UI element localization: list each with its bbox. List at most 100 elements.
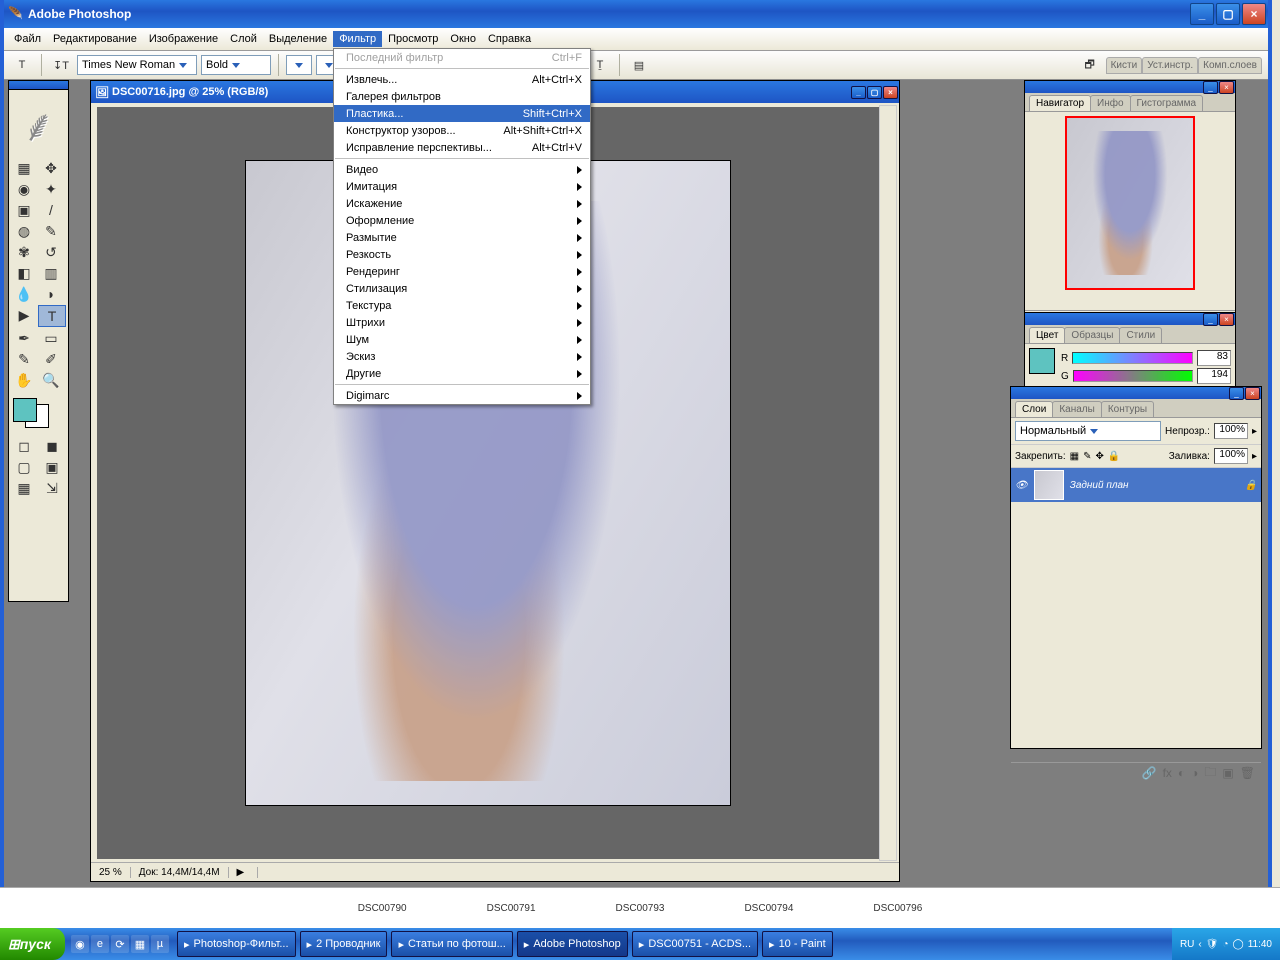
opacity-arrow-icon[interactable]: ▸ [1252,426,1257,437]
screenmode-3[interactable]: ▦ [11,478,37,498]
taskbar-item[interactable]: ▸DSC00751 - ACDS... [632,931,758,957]
menu-Просмотр[interactable]: Просмотр [382,31,444,47]
color-swatches[interactable] [13,398,49,428]
layer-mask-icon[interactable]: ◐ [1178,766,1185,780]
notes-tool[interactable]: ✎ [11,349,37,369]
tray-icon-4[interactable]: ◯ [1233,939,1244,950]
preset-tab[interactable]: Уст.инстр. [1142,57,1198,74]
menu-Файл[interactable]: Файл [8,31,47,47]
language-indicator[interactable]: RU [1180,939,1194,950]
menu-item[interactable]: Эскиз [334,348,590,365]
marquee-tool[interactable]: ▦ [11,158,37,178]
pen-tool[interactable]: ✒ [11,328,37,348]
tray-icon-2[interactable]: 🛡 [1206,939,1219,950]
doc-minimize-button[interactable]: _ [851,86,866,99]
close-button[interactable]: × [1242,3,1266,25]
lock-move-icon[interactable]: ✥ [1096,451,1104,462]
start-button[interactable]: ⊞ пуск [0,928,65,960]
layers-minimize-button[interactable]: _ [1229,387,1244,400]
menu-item[interactable]: Исправление перспективы...Alt+Ctrl+V [334,139,590,156]
ql-icon-1[interactable]: ◉ [71,935,89,953]
menu-Изображение[interactable]: Изображение [143,31,224,47]
eraser-tool[interactable]: ◧ [11,263,37,283]
thumbnail-label[interactable]: DSC00793 [616,903,665,914]
lasso-tool[interactable]: ◉ [11,179,37,199]
font-weight-select[interactable]: Bold [201,55,271,75]
ql-icon-5[interactable]: µ [151,935,169,953]
fill-arrow-icon[interactable]: ▸ [1252,451,1257,462]
palette-toggle-icon[interactable]: 🗗 [1078,53,1102,77]
preset-tab[interactable]: Комп.слоев [1198,57,1262,74]
palette-tab[interactable]: Слои [1015,401,1053,417]
taskbar-item[interactable]: ▸10 - Paint [762,931,833,957]
warp-text-button[interactable]: Ṯ [588,53,612,77]
lock-transparent-icon[interactable]: ▦ [1070,451,1079,462]
delete-layer-icon[interactable]: 🗑 [1240,766,1255,780]
menu-item[interactable]: Текстура [334,297,590,314]
doc-maximize-button[interactable]: ▢ [867,86,882,99]
zoom-readout[interactable]: 25 % [91,867,131,878]
color-value[interactable]: 194 [1197,368,1231,384]
path-select-tool[interactable]: ▶ [11,305,37,325]
minimize-button[interactable]: _ [1190,3,1214,25]
brush-tool[interactable]: ✎ [38,221,64,241]
navigator-tabs[interactable]: НавигаторИнфоГистограмма [1025,93,1235,112]
menu-item[interactable]: Искажение [334,195,590,212]
color-slider[interactable] [1072,352,1193,364]
palette-tab[interactable]: Стили [1119,327,1162,343]
menu-Слой[interactable]: Слой [224,31,263,47]
gradient-tool[interactable]: ▥ [38,263,64,283]
stamp-tool[interactable]: ✾ [11,242,37,262]
taskbar-item[interactable]: ▸Статьи по фотош... [391,931,512,957]
screenmode-2[interactable]: ▣ [39,457,65,477]
menu-item[interactable]: Штрихи [334,314,590,331]
font-family-select[interactable]: Times New Roman [77,55,197,75]
clock[interactable]: 11:40 [1248,939,1272,950]
link-layers-icon[interactable]: 🔗 [1142,766,1157,780]
dodge-tool[interactable]: ◗ [38,284,64,304]
thumbnail-label[interactable]: DSC00794 [744,903,793,914]
menu-item[interactable]: Резкость [334,246,590,263]
menu-item[interactable]: Конструктор узоров...Alt+Shift+Ctrl+X [334,122,590,139]
taskbar-item[interactable]: ▸Photoshop-Фильт... [177,931,296,957]
history-brush-tool[interactable]: ↺ [38,242,64,262]
menu-Фильтр[interactable]: Фильтр [333,31,382,47]
palette-tab[interactable]: Каналы [1052,401,1102,417]
thumbnail-label[interactable]: DSC00790 [358,903,407,914]
crop-tool[interactable]: ▣ [11,200,37,220]
color-minimize-button[interactable]: _ [1203,313,1218,326]
taskbar-item[interactable]: ▸2 Проводник [300,931,388,957]
menu-item[interactable]: Галерея фильтров [334,88,590,105]
menu-Выделение[interactable]: Выделение [263,31,333,47]
ql-icon-4[interactable]: ▦ [131,935,149,953]
tray-icon-1[interactable]: ‹ [1198,939,1201,950]
text-option-select-1[interactable] [286,55,312,75]
color-fg-swatch[interactable] [1029,348,1055,374]
menu-Редактирование[interactable]: Редактирование [47,31,143,47]
thumbnail-label[interactable]: DSC00796 [873,903,922,914]
thumbnail-strip[interactable]: DSC00790DSC00791DSC00793DSC00794DSC00796 [0,887,1280,928]
menu-item[interactable]: Видео [334,161,590,178]
menu-item[interactable]: Рендеринг [334,263,590,280]
menu-item[interactable]: Извлечь...Alt+Ctrl+X [334,71,590,88]
layers-close-button[interactable]: × [1245,387,1260,400]
foreground-color[interactable] [13,398,37,422]
color-slider[interactable] [1073,370,1193,382]
jump-button[interactable]: ⇲ [39,478,65,498]
preset-tab[interactable]: Кисти [1106,57,1143,74]
filter-menu-dropdown[interactable]: Последний фильтрCtrl+FИзвлечь...Alt+Ctrl… [333,48,591,405]
blend-mode-select[interactable]: Нормальный [1015,421,1161,441]
system-tray[interactable]: RU ‹ 🛡 ◔ ◯ 11:40 [1172,928,1280,960]
shape-tool[interactable]: ▭ [38,328,64,348]
palette-tab[interactable]: Навигатор [1029,95,1091,111]
quickmask-off[interactable]: ◻ [11,436,37,456]
tray-icon-3[interactable]: ◔ [1222,939,1228,950]
lock-all-icon[interactable]: 🔒 [1108,451,1120,462]
status-arrow-button[interactable]: ▶ [229,867,258,878]
quickmask-on[interactable]: ◼ [39,436,65,456]
layers-tabs[interactable]: СлоиКаналыКонтуры [1011,399,1261,418]
nav-minimize-button[interactable]: _ [1203,81,1218,94]
new-layer-icon[interactable]: ▣ [1222,766,1233,780]
menu-item[interactable]: Стилизация [334,280,590,297]
group-icon[interactable]: 🗀 [1204,763,1216,784]
